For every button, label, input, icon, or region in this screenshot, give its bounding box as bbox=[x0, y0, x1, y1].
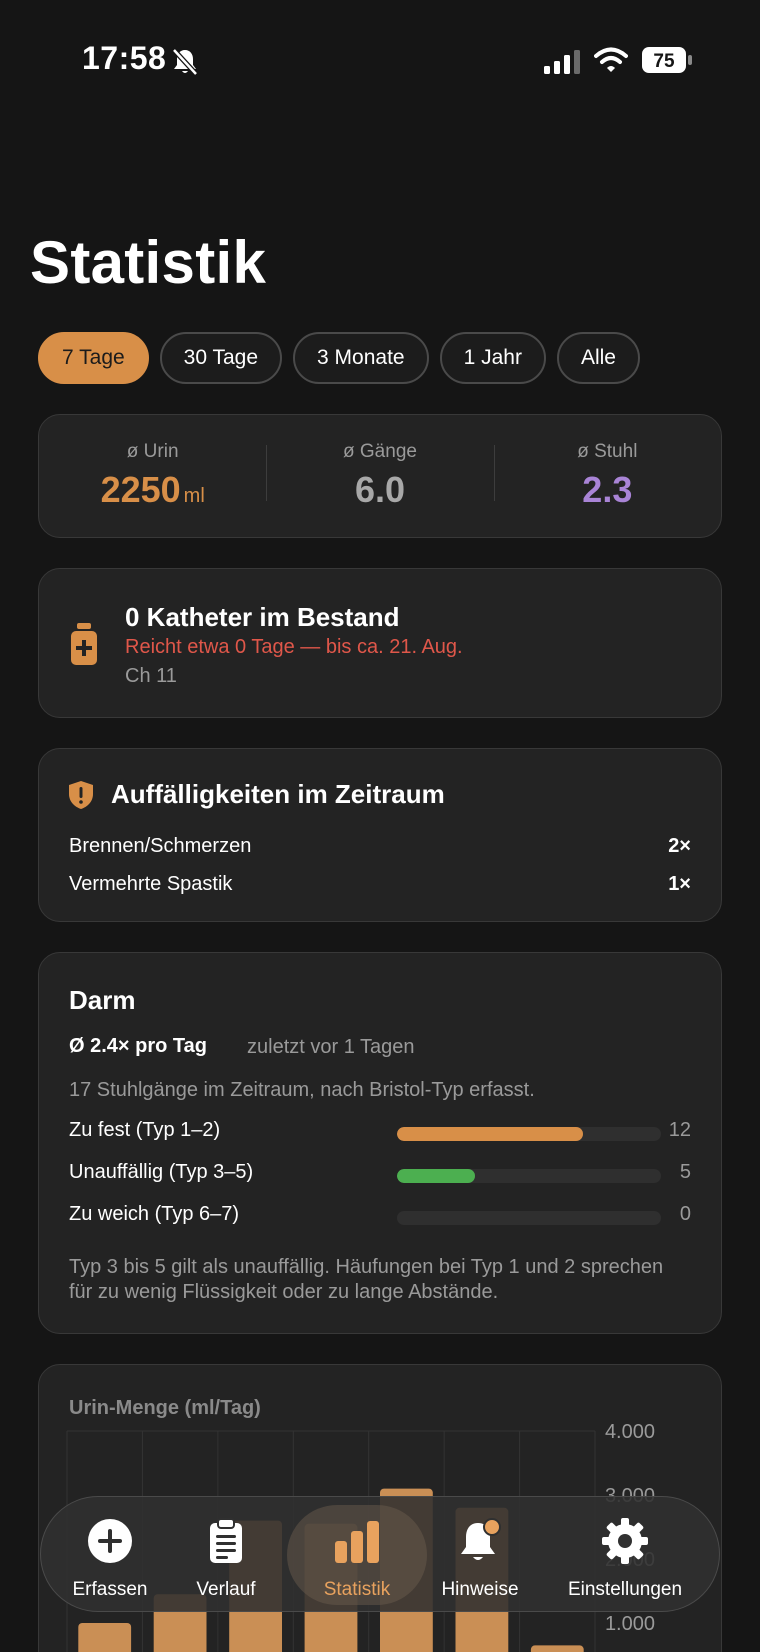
bowel-note: Typ 3 bis 5 gilt als unauffällig. Häufun… bbox=[69, 1256, 664, 1303]
bristol-bar-track bbox=[397, 1169, 661, 1183]
medicine-bottle-icon bbox=[71, 623, 97, 665]
tab-label: Statistik bbox=[323, 1579, 391, 1600]
range-selector: 7 Tage 30 Tage 3 Monate 1 Jahr Alle bbox=[38, 332, 640, 384]
catheter-warning: Reicht etwa 0 Tage — bis ca. 21. Aug. bbox=[125, 636, 463, 658]
anomaly-count: 1× bbox=[668, 873, 691, 895]
bristol-bar-fill bbox=[397, 1127, 584, 1141]
summary-urine-label: ø Urin bbox=[126, 441, 179, 462]
bristol-bar-fill bbox=[397, 1169, 475, 1183]
bristol-count: 5 bbox=[679, 1161, 691, 1183]
summary-passes-value: 6.0 bbox=[354, 469, 406, 510]
tab-verlauf[interactable]: Verlauf bbox=[171, 1497, 281, 1613]
bristol-label: Unauffällig (Typ 3–5) bbox=[69, 1161, 254, 1183]
tab-bar: Erfassen Verlauf Statistik Hinweise Eins… bbox=[40, 1496, 720, 1612]
tab-label: Einstellungen bbox=[567, 1579, 683, 1600]
bristol-bar-track bbox=[397, 1211, 661, 1225]
shield-exclamation-icon bbox=[69, 781, 93, 809]
range-chip-7-tage[interactable]: 7 Tage bbox=[38, 332, 149, 384]
y-tick-label: 4.000 bbox=[605, 1421, 655, 1443]
battery-indicator: 75 bbox=[641, 46, 693, 74]
bristol-label: Zu weich (Typ 6–7) bbox=[69, 1203, 240, 1225]
bristol-row-soft: Zu weich (Typ 6–7) 0 bbox=[69, 1203, 691, 1229]
anomalies-card: Auffälligkeiten im Zeitraum Brennen/Schm… bbox=[38, 748, 722, 922]
gear-icon bbox=[602, 1518, 648, 1564]
bristol-count: 0 bbox=[679, 1203, 691, 1225]
y-tick-label: 1.000 bbox=[605, 1613, 655, 1635]
summary-passes: ø Gänge 6.0 bbox=[266, 441, 493, 511]
status-time: 17:58 bbox=[82, 40, 167, 76]
bowel-average: Ø 2.4× pro Tag bbox=[69, 1035, 207, 1057]
catheter-size: Ch 11 bbox=[125, 665, 177, 687]
battery-icon: 75 bbox=[642, 47, 692, 73]
bristol-label: Zu fest (Typ 1–2) bbox=[69, 1119, 221, 1141]
cellular-signal-icon bbox=[544, 50, 580, 74]
range-chip-alle[interactable]: Alle bbox=[556, 332, 640, 384]
summary-urine-unit: ml bbox=[183, 485, 205, 507]
urine-bar bbox=[78, 1623, 132, 1652]
anomaly-label: Brennen/Schmerzen bbox=[69, 835, 252, 857]
range-chip-30-tage[interactable]: 30 Tage bbox=[159, 332, 283, 384]
catheter-card[interactable]: 0 Katheter im Bestand Reicht etwa 0 Tage… bbox=[38, 568, 722, 718]
range-chip-3-monate[interactable]: 3 Monate bbox=[293, 332, 429, 384]
urine-bar bbox=[530, 1645, 584, 1652]
summary-card: ø Urin 2250 ml ø Gänge 6.0 ø Stuhl 2.3 bbox=[38, 414, 722, 538]
catheter-stock-title: 0 Katheter im Bestand bbox=[125, 602, 400, 632]
summary-urine-value: 2250 ml bbox=[39, 469, 266, 511]
status-bar: 17:58 75 bbox=[0, 0, 760, 120]
tab-statistik[interactable]: Statistik bbox=[293, 1497, 421, 1613]
anomaly-label: Vermehrte Spastik bbox=[69, 873, 233, 895]
battery-level: 75 bbox=[653, 51, 675, 72]
summary-passes-label: ø Gänge bbox=[343, 441, 417, 462]
bowel-last: zuletzt vor 1 Tagen bbox=[247, 1036, 415, 1058]
tab-einstellungen[interactable]: Einstellungen bbox=[541, 1497, 709, 1613]
anomaly-row: Vermehrte Spastik 1× bbox=[69, 873, 691, 896]
range-chip-1-jahr[interactable]: 1 Jahr bbox=[439, 332, 546, 384]
wifi-icon bbox=[594, 47, 628, 72]
anomaly-count: 2× bbox=[668, 835, 691, 857]
anomaly-row: Brennen/Schmerzen 2× bbox=[69, 835, 691, 858]
summary-stool-value: 2.3 bbox=[582, 469, 633, 510]
bristol-count: 12 bbox=[668, 1119, 691, 1141]
summary-urine-number: 2250 bbox=[100, 469, 181, 510]
tab-label: Verlauf bbox=[196, 1579, 256, 1600]
bristol-row-hard: Zu fest (Typ 1–2) 12 bbox=[69, 1119, 691, 1145]
bar-chart-icon bbox=[335, 1521, 379, 1563]
summary-urine: ø Urin 2250 ml bbox=[39, 441, 266, 511]
summary-stool-label: ø Stuhl bbox=[577, 441, 638, 462]
clipboard-icon bbox=[210, 1518, 242, 1563]
tab-label: Hinweise bbox=[441, 1579, 519, 1600]
page-title: Statistik bbox=[30, 229, 267, 296]
bell-slash-icon bbox=[172, 48, 198, 76]
bristol-row-normal: Unauffällig (Typ 3–5) 5 bbox=[69, 1161, 691, 1187]
summary-stool: ø Stuhl 2.3 bbox=[493, 441, 721, 511]
bristol-bar-track bbox=[397, 1127, 661, 1141]
tab-label: Erfassen bbox=[72, 1579, 148, 1600]
plus-circle-icon bbox=[88, 1519, 132, 1563]
bowel-description: 17 Stuhlgänge im Zeitraum, nach Bristol-… bbox=[69, 1079, 535, 1101]
anomalies-title: Auffälligkeiten im Zeitraum bbox=[111, 779, 445, 809]
bowel-card: Darm Ø 2.4× pro Tag zuletzt vor 1 Tagen … bbox=[38, 952, 722, 1334]
tab-hinweise[interactable]: Hinweise bbox=[417, 1497, 543, 1613]
bell-badge-icon bbox=[461, 1518, 501, 1560]
bowel-title: Darm bbox=[69, 985, 136, 1015]
tab-erfassen[interactable]: Erfassen bbox=[51, 1497, 169, 1613]
